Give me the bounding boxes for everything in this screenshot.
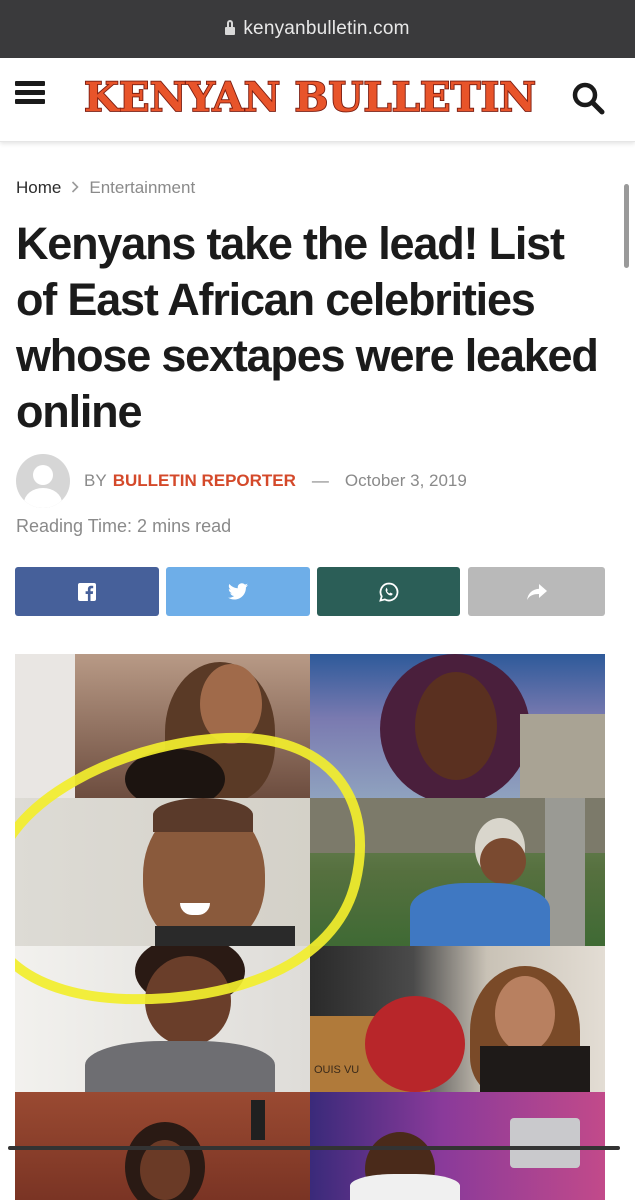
author-avatar[interactable] <box>16 454 70 508</box>
reading-time: Reading Time: 2 mins read <box>16 516 232 536</box>
lock-icon <box>225 20 236 36</box>
twitter-share-button[interactable] <box>166 567 310 616</box>
breadcrumb-home-link[interactable]: Home <box>16 178 61 198</box>
more-share-button[interactable] <box>468 567 605 616</box>
browser-address-bar[interactable]: kenyanbulletin.com <box>0 0 635 58</box>
facebook-share-button[interactable] <box>15 567 159 616</box>
hamburger-menu-icon[interactable] <box>15 81 45 105</box>
article-title: Kenyans take the lead! List of East Afri… <box>16 218 599 437</box>
search-icon[interactable] <box>570 80 606 116</box>
breadcrumb: Home Entertainment <box>16 178 195 198</box>
author-link[interactable]: BULLETIN REPORTER <box>113 471 296 491</box>
featured-image-collage[interactable]: OUIS VU <box>15 654 605 1200</box>
home-indicator[interactable] <box>8 1146 620 1150</box>
whatsapp-share-button[interactable] <box>317 567 460 616</box>
url-text[interactable]: kenyanbulletin.com <box>243 18 409 40</box>
chevron-right-icon <box>71 180 79 196</box>
by-label: BY <box>84 471 107 490</box>
whatsapp-icon <box>378 582 398 602</box>
site-logo-text: KENYAN BULLETIN <box>84 74 536 121</box>
site-header: KENYAN BULLETIN <box>0 58 635 142</box>
site-logo[interactable]: KENYAN BULLETIN <box>80 72 540 122</box>
article-meta: BY BULLETIN REPORTER — October 3, 2019 <box>16 454 467 508</box>
facebook-icon <box>78 582 96 601</box>
breadcrumb-category-link[interactable]: Entertainment <box>89 178 195 198</box>
publish-date: October 3, 2019 <box>344 471 467 490</box>
twitter-icon <box>228 583 248 600</box>
yellow-highlight-circle <box>15 732 365 1005</box>
share-arrow-icon <box>526 583 547 600</box>
meta-separator: — <box>311 471 329 490</box>
page-scrollbar[interactable] <box>624 184 629 268</box>
